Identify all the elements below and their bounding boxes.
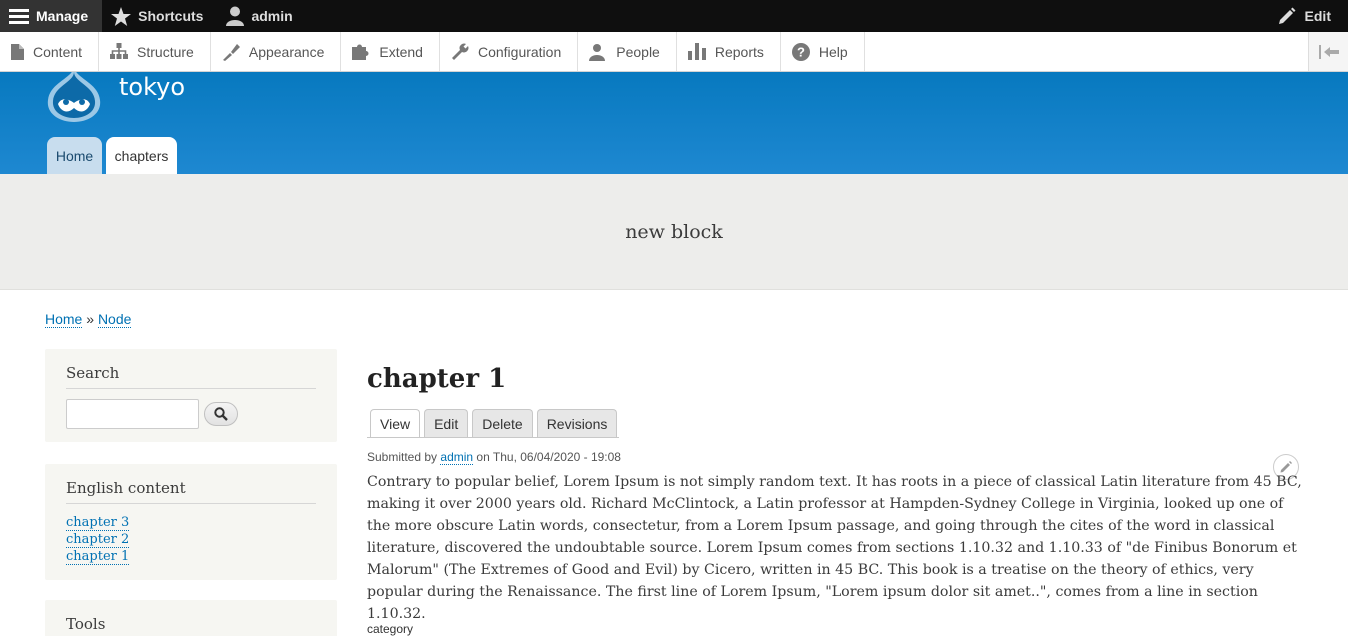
english-content-title: English content — [66, 479, 316, 504]
tray-label-help: Help — [818, 43, 848, 60]
breadcrumb-node-link[interactable]: Node — [97, 311, 132, 328]
tray-label-structure: Structure — [137, 43, 194, 60]
tray-label-configuration: Configuration — [477, 43, 562, 60]
tray-item-reports[interactable]: Reports — [677, 32, 781, 71]
tray-item-appearance[interactable]: Appearance — [211, 32, 342, 71]
user-label: admin — [251, 8, 293, 24]
featured-block: new block — [0, 174, 1348, 290]
node-tabs: View Edit Delete Revisions — [370, 409, 621, 437]
pencil-icon — [1278, 7, 1296, 24]
submitted-prefix: Submitted by — [367, 450, 438, 464]
list-item-chapter-3[interactable]: chapter 3 — [66, 514, 316, 531]
shortcuts-label: Shortcuts — [138, 8, 204, 24]
tray-item-content[interactable]: Content — [0, 32, 100, 71]
svg-text:?: ? — [797, 44, 805, 59]
toolbar-tray: Content Structure Appearance Extend Conf… — [0, 32, 1348, 72]
search-block: Search — [45, 349, 337, 442]
search-icon — [214, 407, 228, 421]
people-icon — [589, 43, 606, 61]
node-body: Contrary to popular belief, Lorem Ipsum … — [367, 474, 1302, 622]
manage-menu[interactable]: Manage — [0, 0, 103, 32]
bar-chart-icon — [687, 43, 706, 60]
user-menu[interactable]: admin — [217, 0, 306, 32]
tray-item-people[interactable]: People — [578, 32, 677, 71]
puzzle-icon — [352, 44, 369, 60]
tray-orientation-toggle[interactable] — [1308, 32, 1348, 71]
document-icon — [11, 43, 24, 60]
brush-icon — [222, 43, 240, 61]
tab-delete[interactable]: Delete — [472, 409, 533, 437]
chapter-2-link-text: chapter 2 — [66, 532, 130, 548]
tray-item-extend[interactable]: Extend — [341, 32, 440, 71]
page-title: chapter 1 — [367, 364, 507, 394]
tray-item-help[interactable]: ? Help — [781, 32, 865, 71]
submitted-info: Submitted by admin on Thu, 06/04/2020 - … — [367, 450, 621, 465]
featured-block-text: new block — [625, 220, 723, 243]
manage-label: Manage — [36, 8, 89, 24]
site-name[interactable]: tokyo — [119, 73, 185, 101]
chapter-3-link-text: chapter 3 — [66, 515, 130, 531]
tabs-divider — [367, 437, 619, 438]
search-block-title: Search — [66, 364, 316, 389]
menu-item-home[interactable]: Home — [47, 137, 102, 174]
breadcrumb-separator: » — [86, 311, 95, 327]
tools-block-title: Tools — [66, 615, 106, 633]
menu-item-chapters[interactable]: chapters — [106, 137, 177, 174]
star-icon — [111, 6, 132, 26]
search-input[interactable] — [66, 399, 199, 429]
admin-toolbar: Manage Shortcuts admin Edit — [0, 0, 1348, 32]
shortcuts-menu[interactable]: Shortcuts — [102, 0, 217, 32]
edit-label: Edit — [1304, 8, 1331, 24]
english-content-list: chapter 3 chapter 2 chapter 1 — [66, 514, 316, 565]
edit-toggle[interactable]: Edit — [1278, 0, 1331, 32]
search-button[interactable] — [204, 402, 238, 426]
english-content-block: English content chapter 3 chapter 2 chap… — [45, 464, 337, 580]
sitemap-icon — [110, 43, 129, 59]
tab-revisions[interactable]: Revisions — [536, 409, 618, 437]
wrench-icon — [451, 43, 469, 60]
drupal-logo-icon[interactable] — [44, 72, 104, 122]
site-header: tokyo Home chapters — [0, 72, 1348, 174]
tools-block: Tools — [45, 600, 337, 636]
tray-label-people: People — [616, 43, 660, 60]
collapse-arrow-icon — [1318, 44, 1339, 59]
author-link[interactable]: admin — [440, 450, 474, 465]
tray-label-appearance: Appearance — [248, 43, 325, 60]
tray-label-reports: Reports — [714, 43, 764, 60]
category-field-label: category — [367, 622, 414, 636]
help-icon: ? — [791, 42, 810, 61]
tray-item-configuration[interactable]: Configuration — [440, 32, 579, 71]
tab-edit[interactable]: Edit — [424, 409, 469, 437]
submitted-date: on Thu, 06/04/2020 - 19:08 — [476, 450, 621, 464]
breadcrumb-home-link[interactable]: Home — [45, 311, 83, 328]
list-item-chapter-1[interactable]: chapter 1 — [66, 548, 316, 565]
tray-label-content: Content — [33, 43, 83, 60]
chapter-1-link-text: chapter 1 — [66, 549, 130, 565]
hamburger-icon — [9, 9, 29, 24]
list-item-chapter-2[interactable]: chapter 2 — [66, 531, 316, 548]
primary-menu: Home chapters — [47, 137, 181, 174]
breadcrumb: Home » Node — [45, 311, 132, 328]
user-icon — [226, 6, 245, 26]
tray-item-structure[interactable]: Structure — [99, 32, 211, 71]
tray-label-extend: Extend — [379, 43, 423, 60]
tab-view[interactable]: View — [370, 409, 421, 437]
